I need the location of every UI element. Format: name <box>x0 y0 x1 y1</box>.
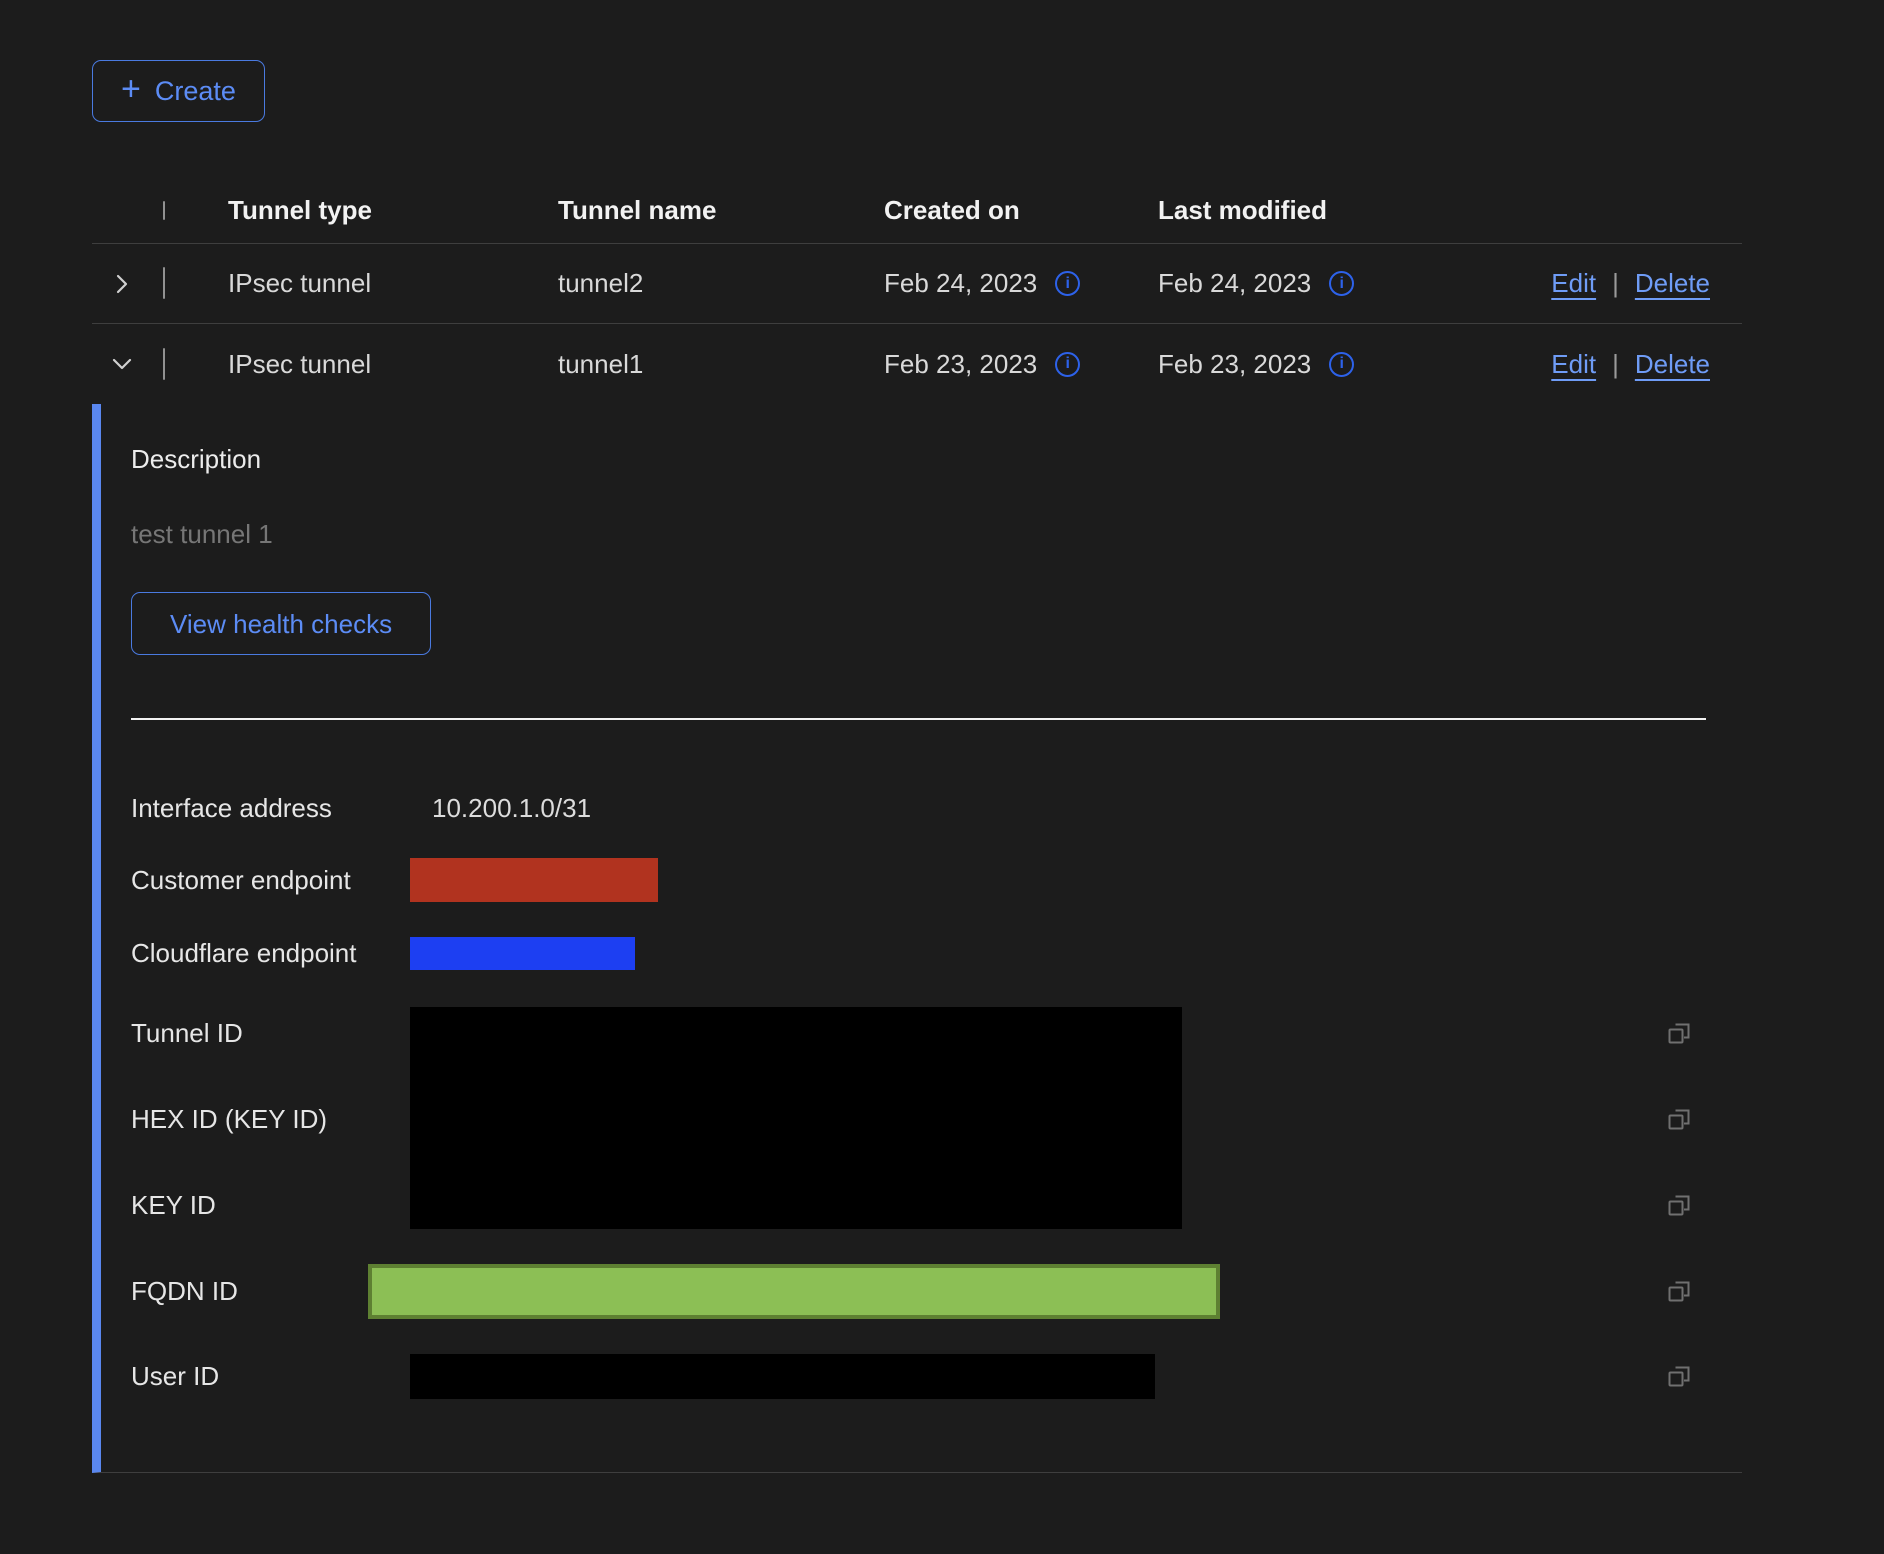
info-icon[interactable]: i <box>1055 352 1080 377</box>
row-checkbox[interactable] <box>163 348 165 380</box>
redacted-ids-block <box>410 1007 1182 1229</box>
info-icon[interactable]: i <box>1055 271 1080 296</box>
view-health-checks-button[interactable]: View health checks <box>131 592 431 655</box>
create-button[interactable]: + Create <box>92 60 265 122</box>
copy-icon[interactable] <box>1664 1018 1694 1048</box>
info-icon[interactable]: i <box>1329 271 1354 296</box>
field-fqdn-id: FQDN ID <box>131 1248 1706 1334</box>
copy-icon[interactable] <box>1664 1190 1694 1220</box>
create-button-label: Create <box>155 76 236 107</box>
description-value: test tunnel 1 <box>131 519 1742 550</box>
field-label: Interface address <box>131 793 410 824</box>
cell-created-on: Feb 23, 2023 <box>884 349 1037 380</box>
field-label: Customer endpoint <box>131 865 410 896</box>
field-label: Cloudflare endpoint <box>131 938 410 969</box>
info-icon[interactable]: i <box>1329 352 1354 377</box>
redacted-user-id <box>410 1354 1155 1399</box>
cell-last-modified: Feb 24, 2023 <box>1158 268 1311 299</box>
row-checkbox[interactable] <box>163 267 165 299</box>
action-separator: | <box>1612 268 1619 299</box>
field-label: Tunnel ID <box>131 1018 410 1049</box>
cell-tunnel-name: tunnel1 <box>558 349 884 380</box>
table-row-tunnel2: IPsec tunnel tunnel2 Feb 24, 2023 i Feb … <box>92 244 1742 324</box>
cell-last-modified: Feb 23, 2023 <box>1158 349 1311 380</box>
cell-created-on: Feb 24, 2023 <box>884 268 1037 299</box>
redacted-cloudflare-endpoint <box>410 937 635 970</box>
field-customer-endpoint: Customer endpoint <box>131 844 1706 916</box>
plus-icon: + <box>121 72 141 106</box>
description-label: Description <box>131 444 1742 475</box>
redacted-fqdn-id <box>368 1264 1220 1319</box>
field-cloudflare-endpoint: Cloudflare endpoint <box>131 916 1706 990</box>
column-header-tunnel-type: Tunnel type <box>228 195 558 226</box>
tunnels-table: Tunnel type Tunnel name Created on Last … <box>92 178 1742 1473</box>
column-header-last-modified: Last modified <box>1158 195 1742 226</box>
tunnel-detail-fields: Interface address 10.200.1.0/31 Customer… <box>131 772 1706 1418</box>
expanded-row-panel: Description test tunnel 1 View health ch… <box>92 404 1742 1473</box>
cell-tunnel-type: IPsec tunnel <box>228 268 558 299</box>
cell-tunnel-name: tunnel2 <box>558 268 884 299</box>
table-header-row: Tunnel type Tunnel name Created on Last … <box>92 178 1742 244</box>
action-separator: | <box>1612 349 1619 380</box>
copy-icon[interactable] <box>1664 1276 1694 1306</box>
delete-link[interactable]: Delete <box>1635 349 1710 380</box>
expand-chevron-right-icon[interactable] <box>106 268 138 300</box>
interface-address-value: 10.200.1.0/31 <box>432 793 591 824</box>
tunnels-page: + Create Tunnel type Tunnel name Created… <box>0 0 1884 1473</box>
field-user-id: User ID <box>131 1334 1706 1418</box>
column-header-created-on: Created on <box>884 195 1158 226</box>
select-all-checkbox[interactable] <box>163 201 165 220</box>
copy-icon[interactable] <box>1664 1361 1694 1391</box>
field-interface-address: Interface address 10.200.1.0/31 <box>131 772 1706 844</box>
table-row-tunnel1: IPsec tunnel tunnel1 Feb 23, 2023 i Feb … <box>92 324 1742 404</box>
edit-link[interactable]: Edit <box>1551 349 1596 380</box>
redacted-customer-endpoint <box>410 858 658 902</box>
edit-link[interactable]: Edit <box>1551 268 1596 299</box>
cell-tunnel-type: IPsec tunnel <box>228 349 558 380</box>
column-header-tunnel-name: Tunnel name <box>558 195 884 226</box>
copy-icon[interactable] <box>1664 1104 1694 1134</box>
field-label: KEY ID <box>131 1190 410 1221</box>
delete-link[interactable]: Delete <box>1635 268 1710 299</box>
section-divider <box>131 718 1706 720</box>
field-label: User ID <box>131 1361 410 1392</box>
field-label: HEX ID (KEY ID) <box>131 1104 410 1135</box>
collapse-chevron-down-icon[interactable] <box>106 348 138 380</box>
